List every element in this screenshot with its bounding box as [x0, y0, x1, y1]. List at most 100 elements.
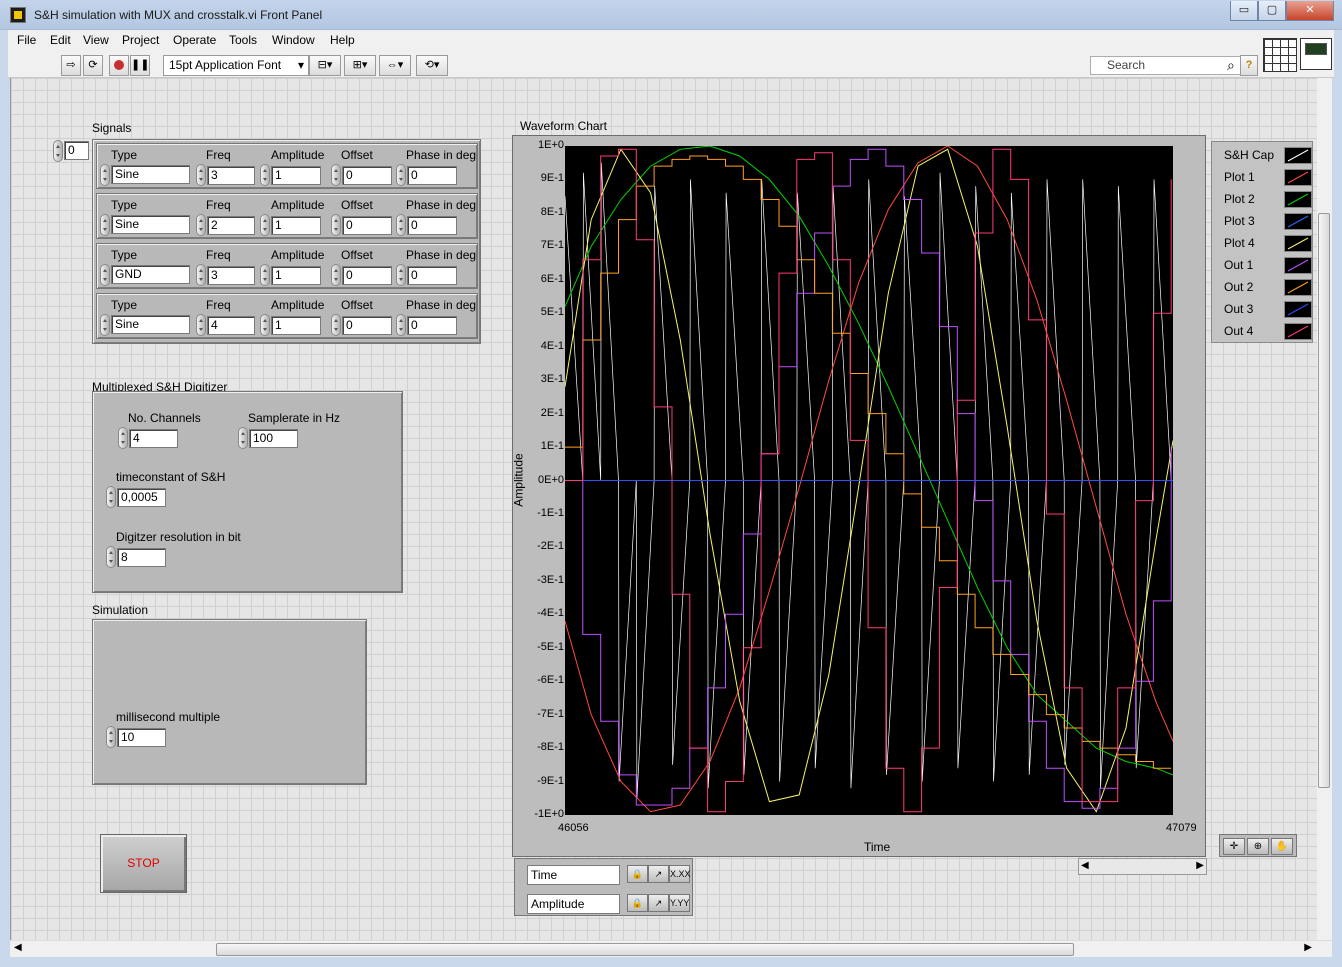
legend-swatch[interactable]	[1284, 147, 1312, 164]
vertical-scroll-thumb[interactable]	[1318, 213, 1330, 788]
freq-incrementer[interactable]	[196, 264, 206, 286]
legend-swatch[interactable]	[1284, 191, 1312, 208]
type-ring-incrementer[interactable]	[100, 314, 110, 336]
x-scale-name[interactable]: Time	[527, 865, 620, 885]
legend-swatch[interactable]	[1284, 279, 1312, 296]
offset-input[interactable]: 0	[342, 216, 392, 235]
cursor-move-icon[interactable]: ✛	[1223, 838, 1245, 855]
horizontal-scroll-thumb[interactable]	[216, 943, 1074, 956]
freq-incrementer[interactable]	[196, 214, 206, 236]
ms-multiple-incrementer[interactable]	[106, 726, 116, 748]
offset-incrementer[interactable]	[331, 164, 341, 186]
resolution-incrementer[interactable]	[106, 546, 116, 568]
scroll-left-icon[interactable]: ◀	[14, 942, 22, 953]
offset-incrementer[interactable]	[331, 214, 341, 236]
minimize-button[interactable]: ▭	[1230, 1, 1258, 21]
amplitude-input[interactable]: 1	[271, 316, 321, 335]
signals-index[interactable]: 0	[64, 141, 89, 160]
timeconstant-input[interactable]: 0,0005	[117, 488, 166, 507]
legend-swatch[interactable]	[1284, 257, 1312, 274]
samplerate-incrementer[interactable]	[238, 427, 248, 449]
amplitude-incrementer[interactable]	[260, 214, 270, 236]
run-arrow-icon[interactable]: ⇨	[61, 55, 81, 76]
phase-incrementer[interactable]	[396, 264, 406, 286]
phase-input[interactable]: 0	[407, 166, 457, 185]
plot-legend[interactable]: S&H Cap Plot 1 Plot 2 Plot 3 Plot 4 Out 1 Out …	[1211, 141, 1313, 343]
amplitude-incrementer[interactable]	[260, 314, 270, 336]
type-ring[interactable]: Sine	[111, 215, 190, 234]
legend-swatch[interactable]	[1284, 301, 1312, 318]
menu-help[interactable]: Help	[330, 33, 355, 47]
menu-view[interactable]: View	[83, 33, 109, 47]
type-ring[interactable]: GND	[111, 265, 190, 284]
chart-scrollbar[interactable]: ◀ ▶	[1078, 858, 1207, 875]
amplitude-incrementer[interactable]	[260, 264, 270, 286]
offset-incrementer[interactable]	[331, 264, 341, 286]
legend-swatch[interactable]	[1284, 235, 1312, 252]
lock-icon[interactable]: 🔒	[627, 865, 648, 883]
horizontal-scrollbar[interactable]: ◀ ▶	[10, 940, 1332, 957]
legend-swatch[interactable]	[1284, 323, 1312, 340]
distribute-objects-icon[interactable]: ⊞▾	[344, 55, 376, 76]
menu-operate[interactable]: Operate	[173, 33, 216, 47]
phase-incrementer[interactable]	[396, 214, 406, 236]
offset-input[interactable]: 0	[342, 316, 392, 335]
signals-index-incrementer[interactable]	[53, 140, 63, 162]
scroll-right-icon[interactable]: ▶	[1304, 942, 1312, 953]
freq-input[interactable]: 3	[207, 166, 255, 185]
amplitude-incrementer[interactable]	[260, 164, 270, 186]
freq-input[interactable]: 2	[207, 216, 255, 235]
y-format-button[interactable]: Y.YY	[669, 894, 690, 912]
offset-input[interactable]: 0	[342, 266, 392, 285]
reorder-icon[interactable]: ⟲▾	[416, 55, 448, 76]
zoom-icon[interactable]: ⊕	[1247, 838, 1269, 855]
align-objects-icon[interactable]: ⊟▾	[309, 55, 341, 76]
phase-input[interactable]: 0	[407, 216, 457, 235]
offset-input[interactable]: 0	[342, 166, 392, 185]
phase-incrementer[interactable]	[396, 314, 406, 336]
plot-area[interactable]	[565, 146, 1173, 815]
close-button[interactable]: ✕	[1286, 1, 1334, 21]
vertical-scrollbar[interactable]	[1317, 78, 1332, 940]
channels-input[interactable]: 4	[129, 429, 178, 448]
menu-file[interactable]: File	[17, 33, 36, 47]
phase-input[interactable]: 0	[407, 266, 457, 285]
search-input[interactable]: Search	[1090, 56, 1244, 75]
offset-incrementer[interactable]	[331, 314, 341, 336]
resolution-input[interactable]: 8	[117, 548, 166, 567]
type-ring[interactable]: Sine	[111, 315, 190, 334]
menu-edit[interactable]: Edit	[50, 33, 71, 47]
amplitude-input[interactable]: 1	[271, 216, 321, 235]
freq-incrementer[interactable]	[196, 314, 206, 336]
lock-icon[interactable]: 🔒	[627, 894, 648, 912]
y-scale-name[interactable]: Amplitude	[527, 894, 620, 914]
channels-incrementer[interactable]	[118, 427, 128, 449]
phase-incrementer[interactable]	[396, 164, 406, 186]
abort-icon[interactable]	[109, 55, 129, 76]
menu-tools[interactable]: Tools	[229, 33, 257, 47]
scroll-left-icon[interactable]: ◀	[1081, 860, 1089, 871]
freq-input[interactable]: 4	[207, 316, 255, 335]
stop-button[interactable]: STOP	[100, 834, 187, 893]
scroll-right-icon[interactable]: ▶	[1196, 860, 1204, 871]
pause-icon[interactable]: ❚❚	[130, 55, 150, 76]
ms-multiple-input[interactable]: 10	[117, 728, 166, 747]
type-ring[interactable]: Sine	[111, 165, 190, 184]
legend-swatch[interactable]	[1284, 169, 1312, 186]
pan-hand-icon[interactable]: ✋	[1271, 838, 1293, 855]
timeconstant-incrementer[interactable]	[106, 486, 116, 508]
menu-window[interactable]: Window	[272, 33, 315, 47]
legend-swatch[interactable]	[1284, 213, 1312, 230]
freq-input[interactable]: 3	[207, 266, 255, 285]
x-autoscale-icon[interactable]: ↗	[648, 865, 669, 883]
font-selector[interactable]: 15pt Application Font ▾	[163, 55, 309, 76]
freq-incrementer[interactable]	[196, 164, 206, 186]
type-ring-incrementer[interactable]	[100, 164, 110, 186]
menu-project[interactable]: Project	[122, 33, 159, 47]
amplitude-input[interactable]: 1	[271, 166, 321, 185]
type-ring-incrementer[interactable]	[100, 214, 110, 236]
y-autoscale-icon[interactable]: ↗	[648, 894, 669, 912]
phase-input[interactable]: 0	[407, 316, 457, 335]
restore-button[interactable]: ▢	[1258, 1, 1286, 21]
samplerate-input[interactable]: 100	[249, 429, 298, 448]
